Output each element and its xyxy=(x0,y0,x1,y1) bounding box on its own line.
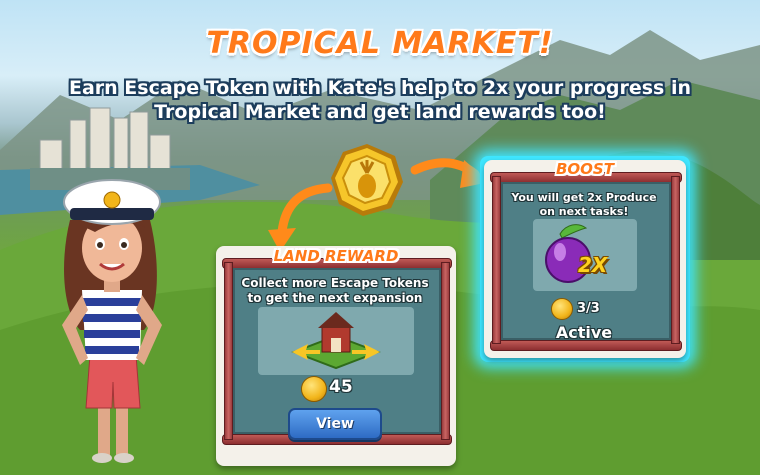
land-reward-ribbon: LAND REWARD xyxy=(273,247,399,265)
land-reward-line-2: to get the next expansion xyxy=(247,291,423,305)
view-button[interactable]: View xyxy=(288,408,382,440)
barn-icon xyxy=(291,312,381,370)
land-reward-cost: 45 xyxy=(329,377,353,397)
boost-description: You will get 2x Produce on next tasks! xyxy=(501,191,667,219)
boost-status: Active xyxy=(555,323,613,342)
panel-right-post xyxy=(441,262,450,440)
boost-right-post xyxy=(671,176,680,344)
boost-token-icon xyxy=(551,298,573,320)
event-description: Earn Escape Token with Kate's help to 2x… xyxy=(20,76,740,124)
token-cost-icon xyxy=(301,376,327,402)
land-reward-description: Collect more Escape Tokens to get the ne… xyxy=(233,276,437,306)
description-line-1: Earn Escape Token with Kate's help to 2x… xyxy=(68,77,692,99)
boost-progress: 3/3 xyxy=(577,301,600,316)
boost-multiplier: 2X xyxy=(578,253,608,277)
description-line-2: Tropical Market and get land rewards too… xyxy=(154,101,606,123)
boost-line-1: You will get 2x Produce xyxy=(511,191,657,204)
land-reward-line-1: Collect more Escape Tokens xyxy=(241,276,429,290)
panel-left-post xyxy=(224,262,233,440)
event-title: TROPICAL MARKET! xyxy=(206,26,554,61)
game-scene: TROPICAL MARKET! Earn Escape Token with … xyxy=(0,0,760,475)
kate-character xyxy=(62,179,162,463)
boost-line-2: on next tasks! xyxy=(539,205,629,218)
flow-arrows xyxy=(268,158,490,252)
boost-ribbon: BOOST xyxy=(556,160,614,178)
boost-left-post xyxy=(492,176,501,344)
